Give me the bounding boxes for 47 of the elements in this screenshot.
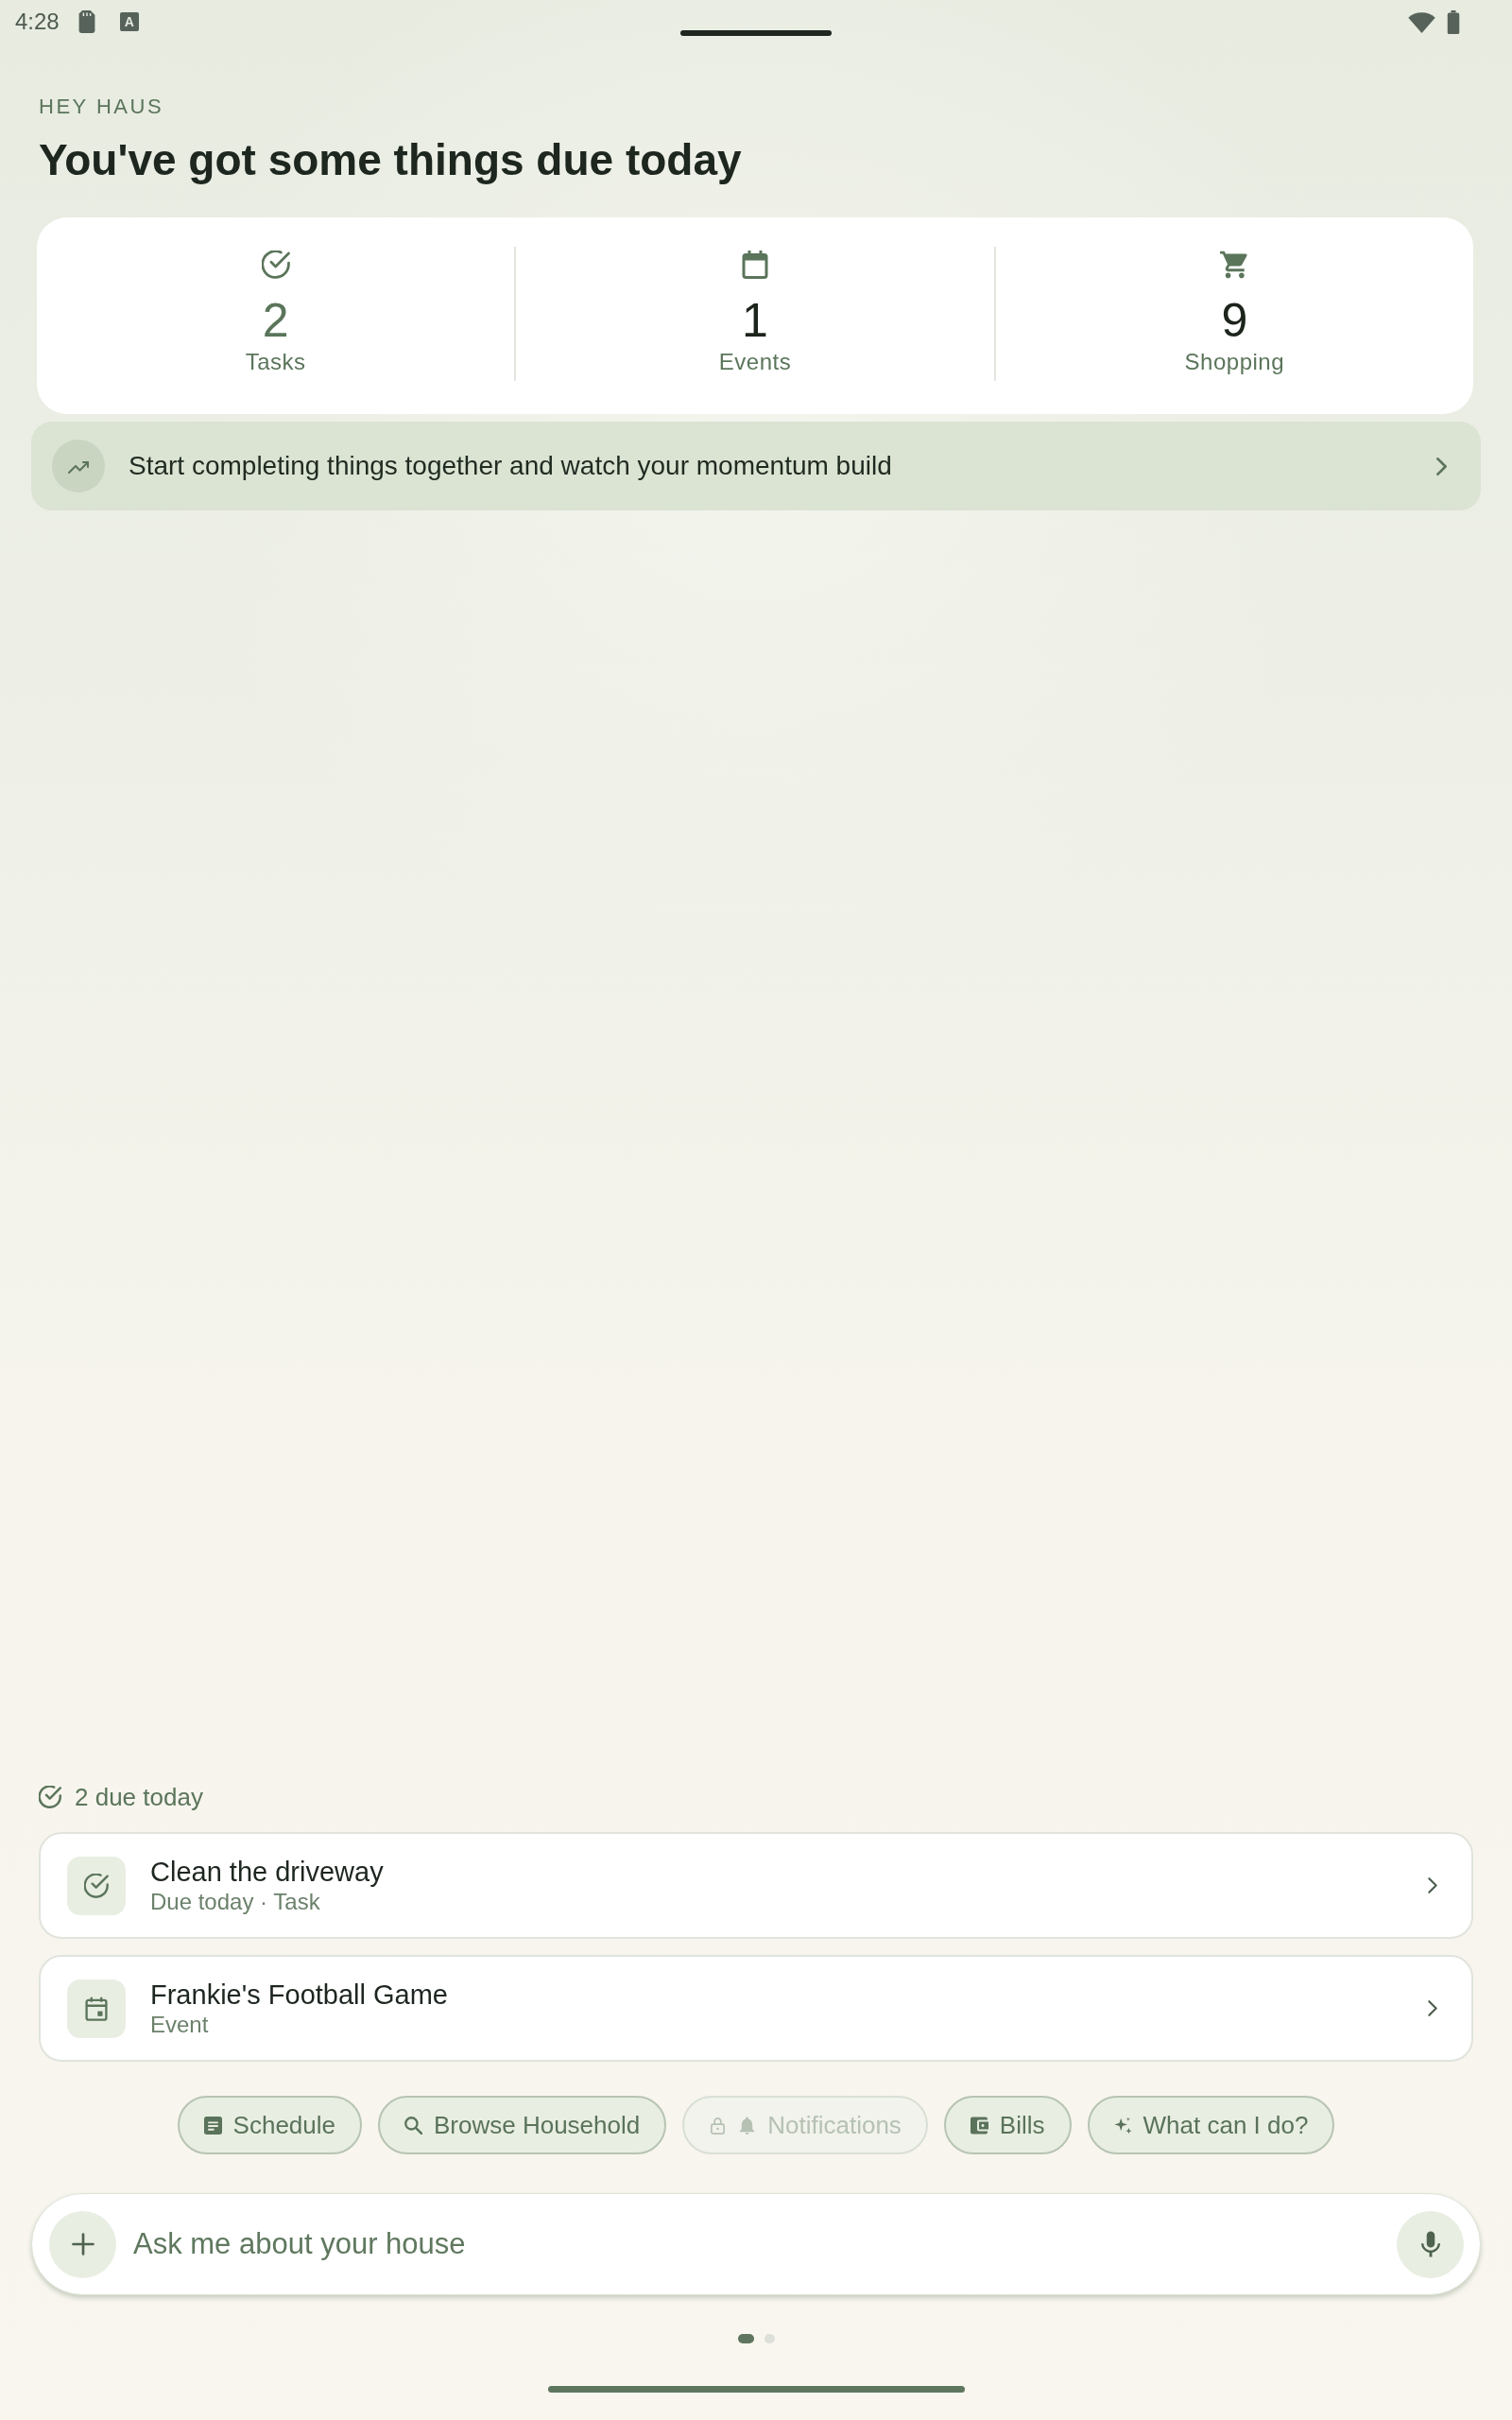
item-subtitle: Due today · Task [150, 1889, 320, 1915]
check-circle-icon [39, 1786, 61, 1808]
composer-bar[interactable]: Ask me about your house [31, 2193, 1481, 2295]
greeting-label: HEY HAUS [39, 95, 165, 118]
item-title: Clean the driveway [150, 1856, 384, 1888]
calendar-icon [741, 251, 769, 279]
stat-count: 9 [1221, 294, 1248, 347]
stat-count: 2 [262, 294, 289, 347]
quick-action-chip[interactable]: Browse Household [378, 2096, 667, 2154]
search-icon [404, 2116, 422, 2135]
notification-badge: A [119, 12, 139, 31]
page-title: You've got some things due today [39, 135, 743, 184]
microphone-icon [1420, 2231, 1440, 2257]
due-count-label: 2 due today [75, 1782, 203, 1812]
message-input[interactable]: Ask me about your house [133, 2221, 1380, 2268]
due-item-card[interactable]: Frankie's Football Game Event [39, 1955, 1473, 2062]
stat-label: Shopping [1184, 349, 1285, 375]
lock-icon [709, 2116, 728, 2135]
quick-action-chip[interactable]: What can I do? [1087, 2096, 1335, 2154]
bell-icon [738, 2116, 757, 2135]
sd-card-icon [77, 10, 95, 33]
navigation-handle[interactable] [547, 2386, 965, 2393]
battery-icon [1447, 10, 1460, 34]
trending-up-icon [52, 440, 105, 493]
item-subtitle: Event [150, 2012, 209, 2038]
plus-icon [71, 2233, 94, 2256]
quick-action-chip[interactable]: Bills [943, 2096, 1072, 2154]
check-circle-icon [261, 251, 290, 279]
shopping-cart-icon [1220, 251, 1249, 279]
wifi-icon [1408, 11, 1435, 33]
wallet-icon [970, 2116, 988, 2135]
stat-label: Events [718, 349, 792, 375]
chevron-right-icon [1428, 2000, 1437, 2016]
status-time: 4:28 [15, 9, 60, 35]
sparkle-icon [1113, 2116, 1132, 2135]
momentum-banner[interactable]: Start completing things together and watch your momentum build [31, 422, 1481, 510]
due-item-card[interactable]: Clean the driveway Due today · Task [39, 1832, 1473, 1939]
calendar-icon [67, 1979, 126, 2038]
stat-label: Tasks [245, 349, 306, 375]
note-icon [203, 2116, 222, 2135]
chevron-right-icon [1436, 457, 1447, 475]
quick-action-chip[interactable]: Schedule [177, 2096, 362, 2154]
banner-text: Start completing things together and watch your momentum build [129, 451, 893, 481]
drag-handle[interactable] [680, 30, 832, 36]
chevron-right-icon [1428, 1877, 1437, 1893]
stat-count: 1 [742, 294, 768, 347]
item-title: Frankie's Football Game [150, 1979, 448, 2011]
